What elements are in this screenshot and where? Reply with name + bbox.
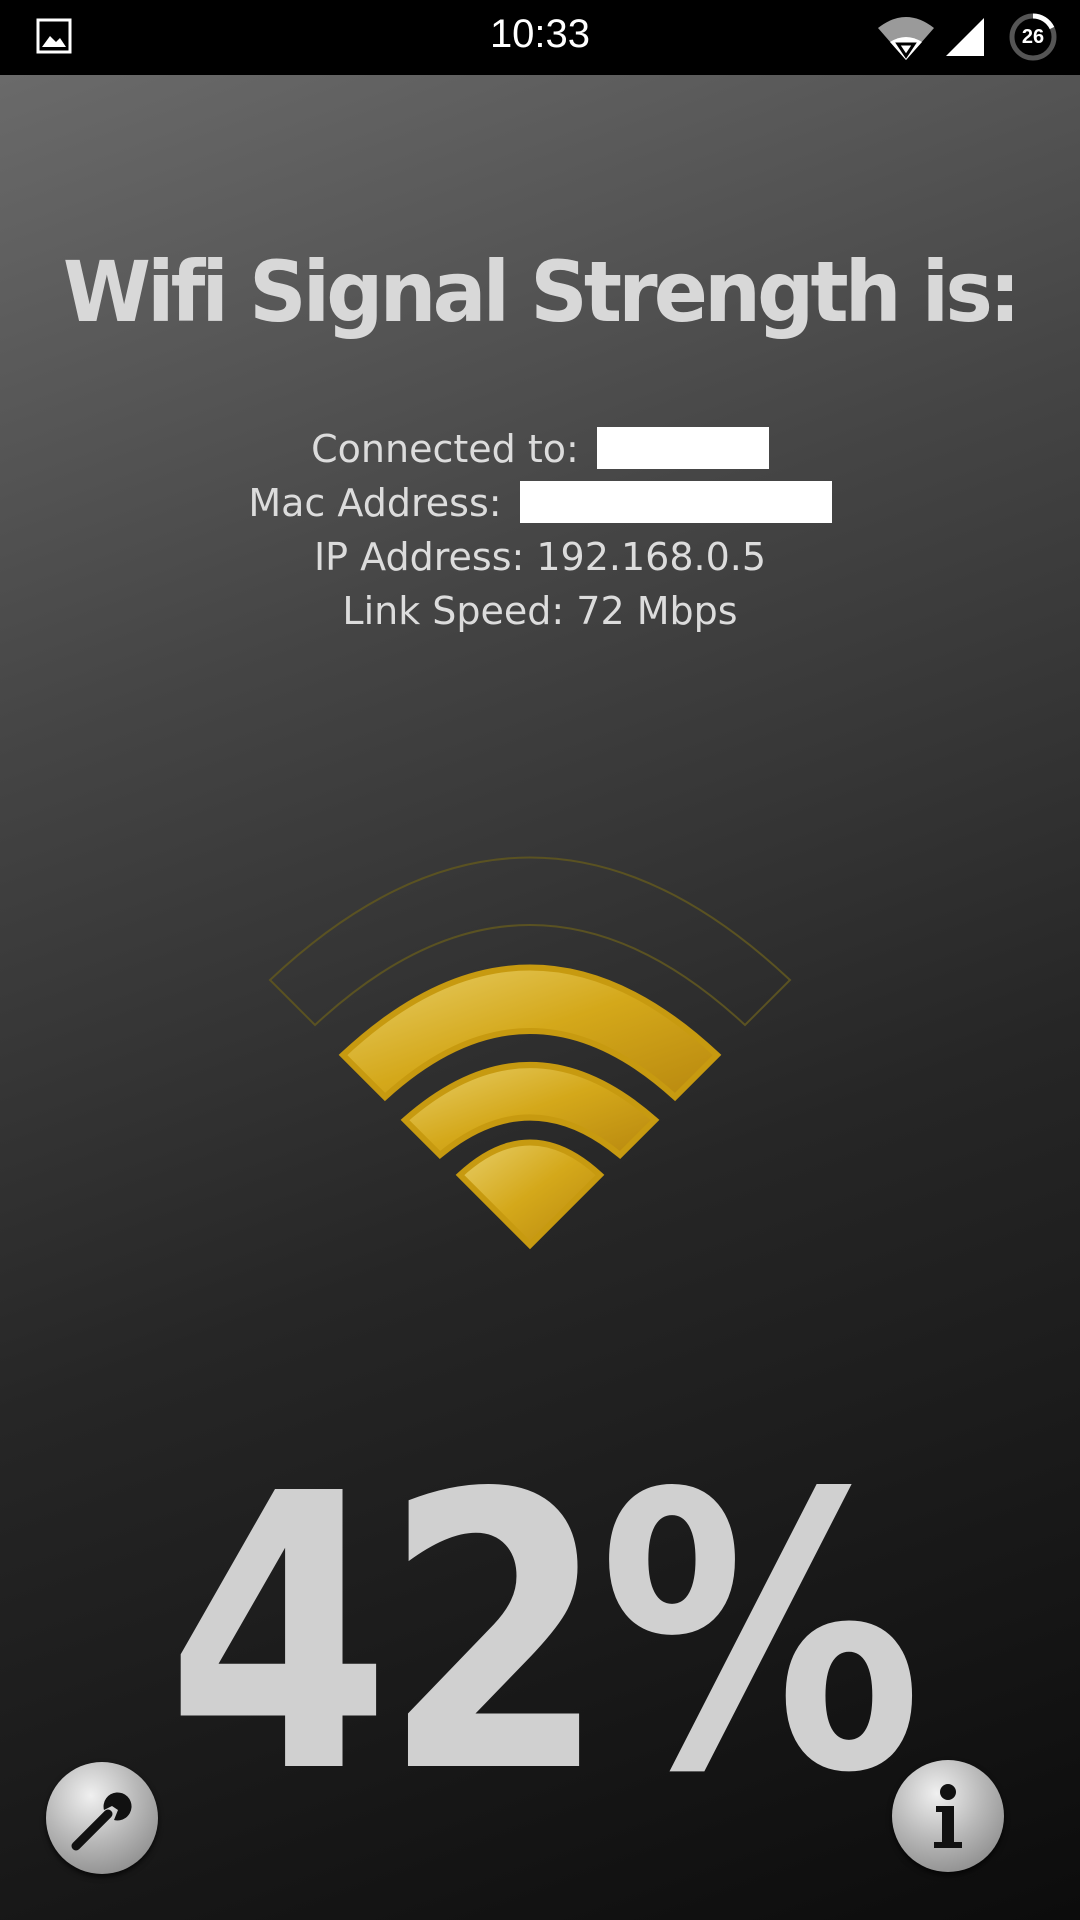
cell-signal-icon <box>946 18 984 56</box>
connected-row: Connected to: <box>0 422 1080 476</box>
info-icon <box>934 1784 962 1848</box>
redacted-mac-address <box>519 480 832 523</box>
wifi-signal-icon <box>268 856 792 1250</box>
wrench-icon <box>71 1792 132 1851</box>
battery-indicator: 26 <box>1008 12 1058 62</box>
status-bar: 10:33 26 <box>0 0 1080 75</box>
link-speed: Link Speed: 72 Mbps <box>342 589 738 633</box>
mac-row: Mac Address: <box>0 476 1080 530</box>
signal-bar-1 <box>455 1139 605 1250</box>
ip-address: IP Address: 192.168.0.5 <box>313 535 767 579</box>
signal-percent: 42% <box>166 1413 922 1856</box>
settings-button[interactable] <box>46 1762 158 1874</box>
info-button[interactable] <box>892 1760 1004 1872</box>
wifi-icon <box>878 17 934 60</box>
battery-level: 26 <box>1021 26 1045 48</box>
mac-label: Mac Address: <box>248 481 502 525</box>
app-screen: Wifi Signal Strength is: Connected to: M… <box>0 75 1080 1920</box>
connection-info: Connected to: Mac Address: IP Address: 1… <box>0 422 1080 638</box>
redacted-network-name <box>596 426 769 469</box>
page-title: Wifi Signal Strength is: <box>62 243 1021 341</box>
connected-label: Connected to: <box>311 427 579 471</box>
